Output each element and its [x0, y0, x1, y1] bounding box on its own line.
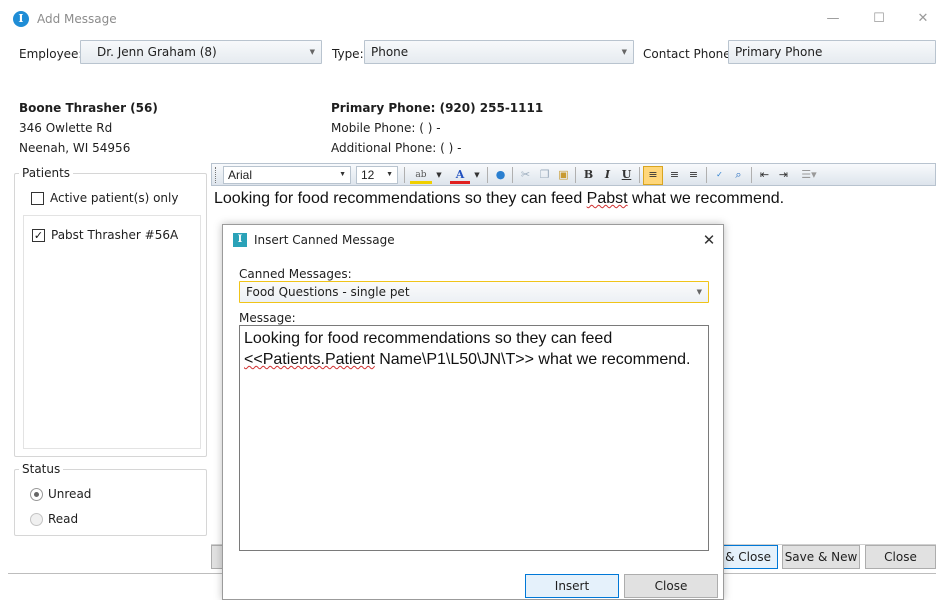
font-family-dropdown[interactable]: Arial ▼ [223, 166, 351, 184]
dialog-close-button[interactable]: Close [624, 574, 718, 598]
spellcheck-icon[interactable]: ✓ [711, 167, 728, 184]
patient-checkbox[interactable]: ✓ [32, 229, 45, 242]
message-textarea[interactable]: Looking for food recommendations so they… [239, 325, 709, 551]
additional-phone: Additional Phone: ( ) - [331, 141, 462, 155]
toolbar-separator [751, 167, 752, 183]
message-line-1: Looking for food recommendations so they… [244, 330, 613, 347]
align-right-icon[interactable]: ≡ [685, 167, 702, 184]
underline-icon[interactable]: U [618, 167, 635, 184]
canned-messages-label: Canned Messages: [239, 267, 352, 281]
highlight-dropdown-icon[interactable]: ▼ [434, 167, 444, 184]
contact-phone-value: Primary Phone [735, 45, 823, 59]
type-label: Type: [332, 47, 364, 61]
insert-link-icon[interactable]: ● [492, 167, 509, 184]
copy-icon[interactable]: ❐ [536, 167, 553, 184]
app-icon: I [13, 11, 29, 27]
toolbar-separator [639, 167, 640, 183]
chevron-down-icon: ▼ [621, 48, 627, 56]
chevron-down-icon: ▼ [339, 171, 346, 178]
employee-dropdown[interactable]: Dr. Jenn Graham (8) ▼ [80, 40, 322, 64]
read-label: Read [48, 512, 79, 526]
type-dropdown[interactable]: Phone ▼ [364, 40, 634, 64]
message-label: Message: [239, 311, 296, 325]
patient-item-label: Pabst Thrasher #56A [51, 228, 179, 242]
font-size-dropdown[interactable]: 12 ▼ [356, 166, 398, 184]
list-icon[interactable]: ☰▾ [796, 167, 822, 184]
bottom-divider [8, 573, 222, 574]
active-only-row: Active patient(s) only [23, 183, 201, 209]
window-title: Add Message [37, 12, 117, 26]
mobile-phone: Mobile Phone: ( ) - [331, 121, 441, 135]
minimize-button[interactable]: — [818, 8, 848, 30]
message-line-2: <<Patients.Patient Name\P1\L50\JN\T>> wh… [244, 351, 691, 368]
client-address-line2: Neenah, WI 54956 [19, 141, 131, 155]
unread-radio[interactable] [30, 488, 43, 501]
bottom-divider [724, 573, 936, 574]
type-value: Phone [371, 45, 409, 59]
patient-list: ✓ Pabst Thrasher #56A [23, 215, 201, 449]
font-size-value: 12 [361, 168, 375, 182]
paste-icon[interactable]: ▣ [555, 167, 572, 184]
dialog-app-icon: I [233, 233, 247, 247]
patients-legend: Patients [19, 166, 74, 180]
status-group [14, 469, 207, 536]
align-left-icon[interactable]: ≡ [643, 166, 663, 185]
close-button[interactable]: Close [865, 545, 936, 569]
contact-phone-label: Contact Phone: [643, 47, 735, 61]
contact-phone-dropdown[interactable]: Primary Phone [728, 40, 936, 64]
find-icon[interactable]: ⌕ [730, 167, 747, 184]
highlight-icon[interactable]: ab [410, 167, 432, 184]
cut-icon[interactable]: ✂ [517, 167, 534, 184]
misspelled-token: <<Patients.Patient [244, 351, 375, 368]
toolbar-separator [512, 167, 513, 183]
canned-messages-value: Food Questions - single pet [246, 285, 410, 299]
toolbar-separator [575, 167, 576, 183]
bold-icon[interactable]: B [580, 167, 597, 184]
toolbar-grip-icon [215, 167, 218, 183]
format-toolbar: Arial ▼ 12 ▼ ab ▼ A ▼ ● ✂ ❐ ▣ B I U ≡ ≡ … [211, 163, 936, 186]
chevron-down-icon: ▼ [696, 288, 702, 296]
chevron-down-icon: ▼ [309, 48, 315, 56]
client-address-line1: 346 Owlette Rd [19, 121, 113, 135]
status-legend: Status [19, 462, 64, 476]
align-center-icon[interactable]: ≡ [666, 167, 683, 184]
dialog-title: Insert Canned Message [254, 233, 395, 247]
toolbar-separator [404, 167, 405, 183]
editor-text: Looking for food recommendations so they… [214, 190, 785, 207]
active-only-label: Active patient(s) only [50, 191, 179, 205]
font-family-value: Arial [228, 168, 253, 182]
toolbar-separator [706, 167, 707, 183]
active-only-checkbox[interactable] [31, 192, 44, 205]
insert-button[interactable]: Insert [525, 574, 619, 598]
save-new-button[interactable]: Save & New [782, 545, 860, 569]
canned-messages-dropdown[interactable]: Food Questions - single pet ▼ [239, 281, 709, 303]
employee-value: Dr. Jenn Graham (8) [97, 45, 217, 59]
dialog-close-icon[interactable]: ✕ [697, 229, 721, 251]
unread-label: Unread [48, 487, 92, 501]
indent-icon[interactable]: ⇥ [775, 167, 792, 184]
toolbar-separator [487, 167, 488, 183]
title-bar: I Add Message — ☐ ✕ [0, 0, 936, 36]
primary-phone: Primary Phone: (920) 255-1111 [331, 101, 544, 115]
misspelled-word: Pabst [586, 190, 628, 207]
font-color-dropdown-icon[interactable]: ▼ [472, 167, 482, 184]
employee-label: Employee: [19, 47, 83, 61]
read-radio[interactable] [30, 513, 43, 526]
client-name: Boone Thrasher (56) [19, 101, 158, 115]
maximize-button[interactable]: ☐ [864, 8, 894, 30]
close-window-button[interactable]: ✕ [908, 8, 936, 30]
italic-icon[interactable]: I [599, 167, 616, 184]
outdent-icon[interactable]: ⇤ [756, 167, 773, 184]
font-color-icon[interactable]: A [450, 167, 470, 184]
chevron-down-icon: ▼ [386, 171, 393, 178]
insert-canned-message-dialog: I Insert Canned Message ✕ Canned Message… [222, 224, 724, 600]
